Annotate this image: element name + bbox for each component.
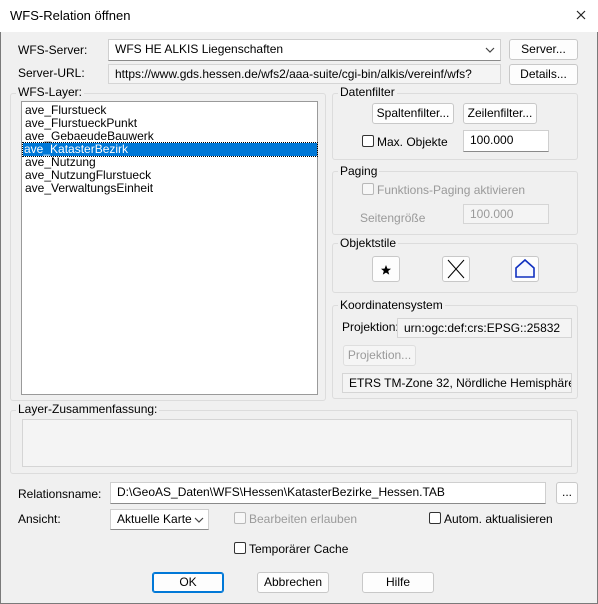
seitengroesse-label: Seitengröße <box>360 211 426 225</box>
wfs-layer-label: WFS-Layer: <box>16 85 85 99</box>
cross-line-icon <box>447 259 465 279</box>
close-icon <box>576 10 586 20</box>
server-url-field: https://www.gds.hessen.de/wfs2/aaa-suite… <box>108 64 501 84</box>
relationsname-input[interactable]: D:\GeoAS_Daten\WFS\Hessen\KatasterBezirk… <box>110 482 546 504</box>
max-objekte-input[interactable]: 100.000 <box>463 130 549 152</box>
projektion-button[interactable]: Projektion... <box>343 345 416 366</box>
bearbeiten-label: Bearbeiten erlauben <box>249 512 358 526</box>
paging-group <box>332 171 578 235</box>
temp-cache-label: Temporärer Cache <box>249 542 349 556</box>
star-icon <box>381 265 391 275</box>
wfs-server-value: WFS HE ALKIS Liegenschaften <box>115 42 284 56</box>
layer-summary-label: Layer-Zusammenfassung: <box>16 402 160 416</box>
ansicht-label: Ansicht: <box>18 512 61 526</box>
temp-cache-checkbox[interactable] <box>234 542 246 554</box>
browse-button[interactable]: ... <box>556 482 578 504</box>
paging-title: Paging <box>338 164 380 178</box>
autom-aktualisieren-checkbox[interactable] <box>429 512 441 524</box>
details-button[interactable]: Details... <box>509 64 578 85</box>
server-url-label: Server-URL: <box>18 66 85 80</box>
projektion-label: Projektion: <box>342 320 399 334</box>
point-style-button[interactable] <box>372 256 400 282</box>
bearbeiten-checkbox[interactable] <box>234 512 246 524</box>
max-objekte-label: Max. Objekte <box>377 135 448 149</box>
region-style-button[interactable] <box>511 256 539 282</box>
chevron-down-icon <box>485 47 495 53</box>
ansicht-select[interactable]: Aktuelle Karte <box>110 509 209 530</box>
koordinatensystem-title: Koordinatensystem <box>338 298 445 312</box>
help-button[interactable]: Hilfe <box>362 572 434 593</box>
line-style-button[interactable] <box>442 256 470 282</box>
objektstile-title: Objektstile <box>338 236 399 250</box>
projektion-field: urn:ogc:def:crs:EPSG::25832 <box>397 318 572 338</box>
datenfilter-title: Datenfilter <box>338 85 397 99</box>
house-icon <box>515 258 535 278</box>
window-title: WFS-Relation öffnen <box>10 8 131 23</box>
funktions-paging-checkbox[interactable] <box>362 183 374 195</box>
max-objekte-checkbox[interactable] <box>362 135 374 147</box>
relationsname-label: Relationsname: <box>18 487 102 501</box>
seitengroesse-input[interactable]: 100.000 <box>463 204 549 224</box>
wfs-server-label: WFS-Server: <box>18 43 88 57</box>
list-item[interactable]: ave_VerwaltungsEinheit <box>24 182 153 195</box>
zeilenfilter-button[interactable]: Zeilenfilter... <box>463 103 537 124</box>
ok-button[interactable]: OK <box>152 572 224 593</box>
server-button[interactable]: Server... <box>509 39 578 60</box>
wfs-layer-list[interactable]: ave_Flurstueck ave_FlurstueckPunkt ave_G… <box>21 101 318 395</box>
funktions-paging-label: Funktions-Paging aktivieren <box>377 183 526 197</box>
cancel-button[interactable]: Abbrechen <box>257 572 329 593</box>
layer-summary-text <box>22 419 572 467</box>
wfs-server-select[interactable]: WFS HE ALKIS Liegenschaften <box>108 39 501 61</box>
spaltenfilter-button[interactable]: Spaltenfilter... <box>372 103 454 124</box>
coordinate-system-name: ETRS TM-Zone 32, Nördliche Hemisphäre (E… <box>342 373 572 393</box>
ansicht-value: Aktuelle Karte <box>117 512 192 526</box>
close-button[interactable] <box>568 4 594 28</box>
autom-aktualisieren-label: Autom. aktualisieren <box>444 512 553 526</box>
chevron-down-icon <box>194 517 204 523</box>
